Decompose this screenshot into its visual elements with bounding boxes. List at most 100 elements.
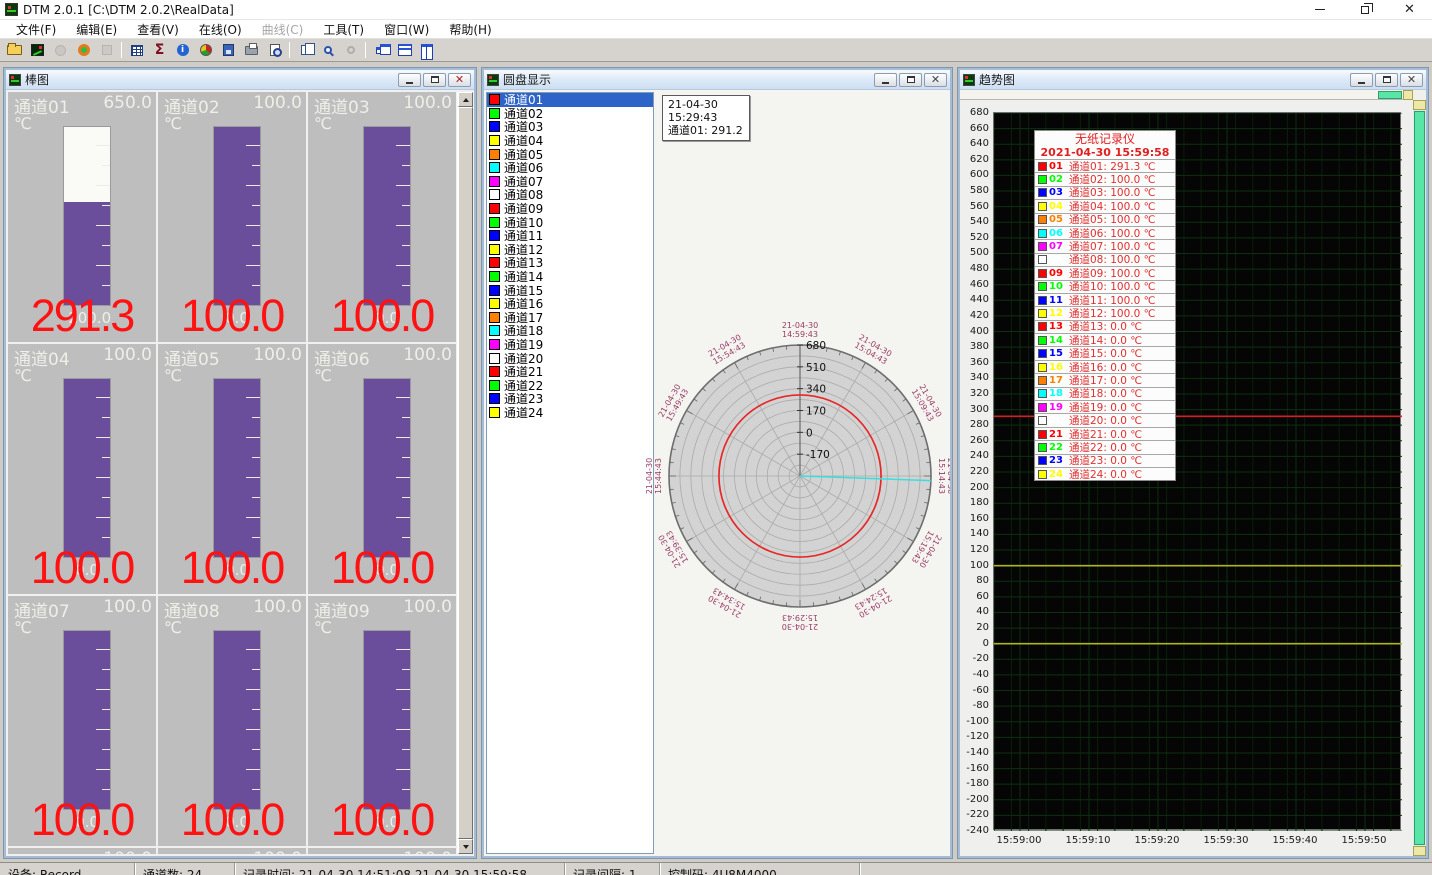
legend-row: 21通道21: 0.0 ℃ xyxy=(1035,427,1175,440)
scale-max: 100.0 xyxy=(253,849,302,854)
channel-name: 通道12 xyxy=(314,849,370,854)
tooltip-value: 通道01: 291.2 xyxy=(668,124,743,137)
color-swatch xyxy=(1038,255,1047,264)
scroll-up-button[interactable] xyxy=(1413,100,1426,110)
channel-reading: 通道21: 0.0 ℃ xyxy=(1069,427,1142,440)
y-tick-label: 300 xyxy=(970,404,989,415)
menu-item-3[interactable]: 查看(V) xyxy=(127,21,189,38)
close-button[interactable]: ✕ xyxy=(448,73,471,87)
toolbar-tile-horizontal-button[interactable] xyxy=(393,41,414,60)
scroll-down-button[interactable] xyxy=(458,839,473,854)
legend-row: 16通道16: 0.0 ℃ xyxy=(1035,360,1175,373)
minimize-button[interactable] xyxy=(874,73,897,87)
toolbar-sigma-button[interactable]: Σ xyxy=(149,41,170,60)
menu-item-7[interactable]: 窗口(W) xyxy=(374,21,439,38)
y-tick-label: 460 xyxy=(970,279,989,290)
gauge-track xyxy=(63,126,111,306)
maximize-button[interactable] xyxy=(899,73,922,87)
gauge-header: 通道06100.0 xyxy=(314,345,452,370)
dial-window-titlebar[interactable]: 圆盘显示 ✕ xyxy=(484,70,950,90)
toolbar-realtime-curve-button[interactable] xyxy=(27,41,48,60)
toolbar-open-folder-button[interactable] xyxy=(4,41,25,60)
maximize-button[interactable] xyxy=(423,73,446,87)
x-tick-label: 15:59:10 xyxy=(1066,835,1111,846)
y-tick-label: -240 xyxy=(966,825,989,836)
scroll-down-button[interactable] xyxy=(1413,846,1426,856)
app-titlebar[interactable]: DTM 2.0.1 [C:\DTM 2.0.2\RealData] ✕ xyxy=(0,0,1432,20)
minimize-button[interactable] xyxy=(398,73,421,87)
x-tick-label: 15:59:50 xyxy=(1342,835,1387,846)
close-button[interactable]: ✕ xyxy=(1400,73,1423,87)
app-minimize-button[interactable] xyxy=(1297,0,1342,19)
y-tick-label: -200 xyxy=(966,794,989,805)
menu-item-2[interactable]: 编辑(E) xyxy=(66,21,127,38)
channel-number: 15 xyxy=(1049,348,1065,359)
scroll-thumb[interactable] xyxy=(458,107,473,839)
menu-item-8[interactable]: 帮助(H) xyxy=(439,21,501,38)
toolbar-info-button[interactable]: i xyxy=(172,41,193,60)
toolbar-cascade-windows-button[interactable] xyxy=(370,41,391,60)
unit-label: ℃ xyxy=(314,618,332,637)
legend-row: 11通道11: 100.0 ℃ xyxy=(1035,293,1175,306)
y-tick-label: -60 xyxy=(973,685,989,696)
stop-gray-icon xyxy=(55,45,66,56)
channel-reading: 通道17: 0.0 ℃ xyxy=(1069,373,1142,386)
app-restore-button[interactable] xyxy=(1342,0,1387,19)
minimize-button[interactable] xyxy=(1350,73,1373,87)
gauge-header: 通道03100.0 xyxy=(314,93,452,118)
y-tick-label: 160 xyxy=(970,513,989,524)
y-tick-label: 20 xyxy=(976,622,989,633)
menu-item-6[interactable]: 工具(T) xyxy=(313,21,374,38)
bar-gauge-cell: 通道05100.0℃0.0100.0 xyxy=(158,344,306,594)
gauge-ticks-short xyxy=(252,417,260,557)
trend-window-titlebar[interactable]: 趋势图 ✕ xyxy=(960,70,1426,90)
color-swatch xyxy=(489,298,500,309)
color-swatch xyxy=(1038,349,1047,358)
y-tick-label: -100 xyxy=(966,716,989,727)
scroll-thumb[interactable] xyxy=(1414,111,1425,845)
toolbar-zoom-button[interactable] xyxy=(317,41,338,60)
channel-value: 100.0 xyxy=(158,542,306,594)
menu-item-5[interactable]: 曲线(C) xyxy=(252,21,314,38)
y-tick-label: 540 xyxy=(970,216,989,227)
bar-window-titlebar[interactable]: 棒图 ✕ xyxy=(6,70,474,90)
unit-label: ℃ xyxy=(164,114,182,133)
toolbar-print-preview-button[interactable] xyxy=(264,41,285,60)
close-button[interactable]: ✕ xyxy=(924,73,947,87)
scroll-thumb[interactable] xyxy=(1378,91,1402,99)
bar-gauge-cell: 通道12100.0℃0.0100.0 xyxy=(308,848,456,854)
svg-text:680: 680 xyxy=(806,340,826,352)
trend-horizontal-scrollbar[interactable] xyxy=(960,90,1413,100)
bar-gauge-cell: 通道07100.0℃0.0100.0 xyxy=(8,596,156,846)
toolbar-pie-button[interactable] xyxy=(195,41,216,60)
data-table-icon xyxy=(131,45,143,56)
toolbar-record-button[interactable] xyxy=(73,41,94,60)
toolbar-data-table-button[interactable] xyxy=(126,41,147,60)
scale-max: 100.0 xyxy=(103,597,152,622)
y-tick-label: 220 xyxy=(970,466,989,477)
y-tick-label: -180 xyxy=(966,778,989,789)
bar-vertical-scrollbar[interactable] xyxy=(457,92,472,854)
svg-text:21-04-3015:14:43: 21-04-3015:14:43 xyxy=(937,458,950,494)
toolbar-print-button[interactable] xyxy=(241,41,262,60)
gauge-header: 通道10100.0 xyxy=(14,849,152,854)
menu-item-1[interactable]: 文件(F) xyxy=(6,21,66,38)
toolbar-copy-button[interactable] xyxy=(294,41,315,60)
scroll-up-button[interactable] xyxy=(458,92,473,107)
toolbar-tile-vertical-button[interactable] xyxy=(416,41,437,60)
toolbar-export-button[interactable] xyxy=(218,41,239,60)
app-close-button[interactable]: ✕ xyxy=(1387,0,1432,19)
y-tick-label: 520 xyxy=(970,232,989,243)
channel-label: 通道24 xyxy=(504,404,543,421)
legend-row: 22通道22: 0.0 ℃ xyxy=(1035,440,1175,453)
menu-item-4[interactable]: 在线(O) xyxy=(189,21,252,38)
trend-vertical-scrollbar[interactable] xyxy=(1413,100,1426,856)
color-swatch xyxy=(489,203,500,214)
channel-list-item[interactable]: 通道24 xyxy=(487,406,653,420)
maximize-button[interactable] xyxy=(1375,73,1398,87)
unit-label: ℃ xyxy=(314,366,332,385)
gauge-ticks-short xyxy=(402,669,410,809)
color-swatch xyxy=(1038,309,1047,318)
gauge-header: 通道09100.0 xyxy=(314,597,452,622)
scroll-right-button[interactable] xyxy=(1403,90,1413,100)
